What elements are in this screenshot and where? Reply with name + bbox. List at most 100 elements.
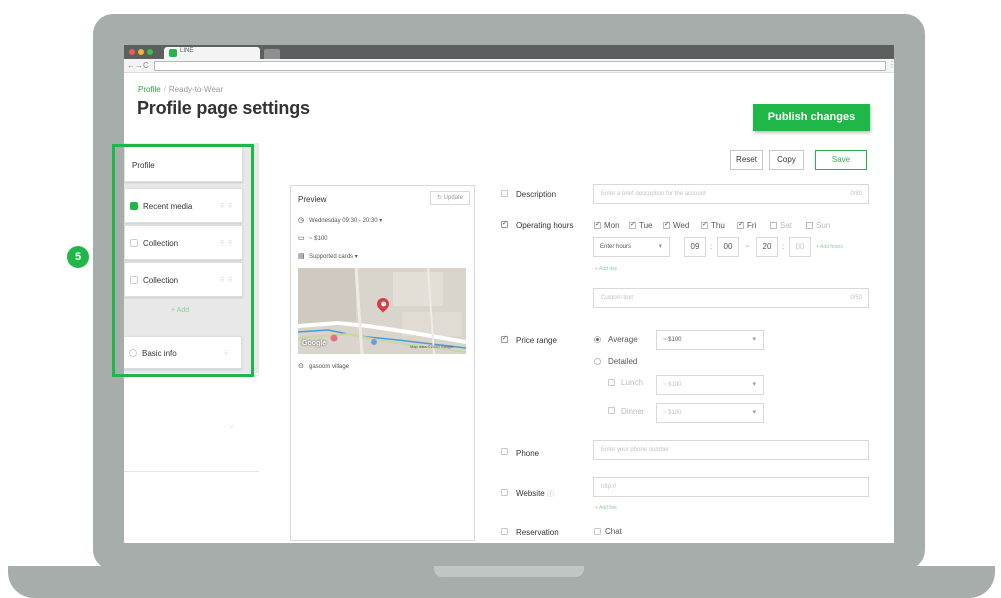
day-sun-checkbox[interactable] [806, 222, 813, 229]
browser-tab[interactable]: LINE [164, 47, 260, 59]
day-thu-label: Thu [711, 221, 725, 230]
phone-checkbox[interactable] [501, 448, 508, 455]
day-tue[interactable]: Tue [629, 220, 653, 230]
chat-label: Chat [605, 527, 622, 536]
update-button[interactable]: ↻ Update [430, 191, 470, 205]
lunch-price-select[interactable]: ~ $100 ▾ [656, 375, 764, 395]
location-icon: ⊙ [298, 363, 304, 370]
new-tab-button[interactable] [264, 49, 280, 59]
sidebar-item-label: Basic info [142, 349, 177, 358]
description-char-count: 0/80 [850, 191, 862, 197]
laptop-screen: LINE ← → C ⋮ Profile / Ready-to-Wear Profi… [124, 45, 894, 543]
browser-tab-bar: LINE [124, 45, 894, 59]
price-icon: ▭ [298, 235, 305, 242]
detailed-price-radio[interactable] [594, 358, 601, 365]
recent-media-checkbox[interactable] [130, 202, 138, 210]
preview-hours-row[interactable]: ◷ Wednesday 09:30 - 20:30 ▾ [298, 216, 382, 224]
publish-changes-button[interactable]: Publish changes [753, 104, 870, 131]
reload-icon[interactable]: C [143, 61, 149, 70]
day-fri[interactable]: Fri [737, 220, 756, 230]
website-input[interactable]: http:// [593, 477, 869, 497]
day-sun-label: Sun [816, 221, 831, 230]
day-sat-checkbox[interactable] [770, 222, 777, 229]
preview-cards-row[interactable]: ▤ Supported cards ▾ [298, 252, 358, 260]
chevron-down-icon: ▾ [658, 243, 662, 250]
custom-hours-char-count: 0/50 [850, 295, 862, 301]
day-thu-checkbox[interactable] [701, 220, 708, 229]
resize-handle-icon[interactable]: ⌟ [230, 422, 233, 429]
day-wed[interactable]: Wed [663, 220, 689, 230]
end-minute-input[interactable]: 00 [789, 237, 811, 257]
average-price-select[interactable]: ~ $100 ▾ [656, 330, 764, 350]
add-hours-link[interactable]: + Add hours [816, 244, 843, 250]
day-thu[interactable]: Thu [701, 220, 725, 230]
minimize-window-dot[interactable] [138, 49, 144, 55]
chat-checkbox[interactable] [594, 528, 601, 535]
sidebar-item-basic-info[interactable]: Basic info ⠿ [124, 336, 242, 369]
sidebar-item-collection-2[interactable]: Collection ⠿ ⠿ [124, 262, 243, 297]
phone-input[interactable]: Enter your phone number [593, 440, 869, 460]
sidebar-item-label: Recent media [143, 202, 193, 211]
end-hour-input[interactable]: 20 [756, 237, 778, 257]
sidebar-divider [124, 471, 259, 472]
save-button[interactable]: Save [815, 150, 867, 170]
collection-2-checkbox[interactable] [130, 276, 138, 284]
help-circle-icon[interactable]: ⓘ [547, 491, 554, 498]
add-section-link[interactable]: + Add [171, 307, 189, 314]
forward-arrow-icon[interactable]: → [135, 61, 143, 70]
day-wed-checkbox[interactable] [663, 220, 670, 229]
time-colon: : [710, 242, 713, 251]
credit-card-icon: ▤ [298, 253, 305, 260]
sidebar-item-collection-1[interactable]: Collection ⠿ ⠿ [124, 225, 243, 260]
close-window-dot[interactable] [129, 49, 135, 55]
start-minute-input[interactable]: 00 [717, 237, 739, 257]
collection-1-checkbox[interactable] [130, 239, 138, 247]
browser-tab-label: LINE [180, 48, 194, 54]
preview-map[interactable]: Google Map data ©2020 Google [298, 268, 466, 354]
reset-button[interactable]: Reset [730, 150, 763, 170]
day-mon[interactable]: Mon [594, 220, 620, 230]
time-colon: : [782, 242, 785, 251]
back-arrow-icon[interactable]: ← [127, 61, 135, 70]
preview-hours: Wednesday 09:30 - 20:30 ▾ [309, 218, 383, 224]
laptop-notch [434, 566, 584, 577]
average-price-radio[interactable] [594, 336, 601, 343]
basic-info-radio[interactable] [129, 349, 137, 357]
drag-handle-icon[interactable]: ⠿ [224, 350, 229, 357]
url-field[interactable] [154, 61, 886, 71]
dinner-price-select[interactable]: ~ $100 ▾ [656, 403, 764, 423]
day-sat[interactable]: Sat [770, 221, 792, 230]
website-checkbox[interactable] [501, 489, 508, 496]
add-day-link[interactable]: + Add day [595, 266, 617, 272]
website-label: Website ⓘ [516, 489, 554, 499]
day-fri-checkbox[interactable] [737, 220, 744, 229]
reservation-checkbox[interactable] [501, 528, 508, 535]
drag-handle-icon[interactable]: ⠿ ⠿ [220, 203, 233, 210]
price-range-checkbox[interactable] [501, 334, 508, 343]
day-sun[interactable]: Sun [806, 221, 830, 230]
maximize-window-dot[interactable] [147, 49, 153, 55]
day-mon-checkbox[interactable] [594, 220, 601, 229]
preview-cards: Supported cards ▾ [309, 254, 358, 260]
drag-handle-icon[interactable]: ⠿ ⠿ [220, 277, 233, 284]
start-hour-input[interactable]: 09 [684, 237, 706, 257]
sidebar-item-recent-media[interactable]: Recent media ⠿ ⠿ [124, 188, 243, 223]
drag-handle-icon[interactable]: ⠿ ⠿ [220, 240, 233, 247]
chevron-down-icon: ▾ [752, 381, 756, 388]
description-input[interactable]: Enter a brief description for the accoun… [593, 184, 869, 204]
sidebar-item-profile[interactable]: Profile [124, 146, 243, 182]
breadcrumb-profile-link[interactable]: Profile [138, 85, 161, 94]
description-checkbox[interactable] [501, 190, 508, 197]
browser-menu-icon[interactable]: ⋮ [888, 60, 894, 69]
dinner-checkbox[interactable] [608, 407, 615, 414]
lunch-checkbox[interactable] [608, 379, 615, 386]
chevron-down-icon: ▾ [752, 336, 756, 343]
custom-hours-input[interactable]: Custom text 0/50 [593, 288, 869, 308]
add-link-link[interactable]: + Add link [595, 505, 617, 511]
operating-hours-checkbox[interactable] [501, 219, 508, 228]
update-label: Update [443, 195, 464, 201]
copy-button[interactable]: Copy [769, 150, 804, 170]
day-tue-checkbox[interactable] [629, 220, 636, 229]
hours-type-value: Enter hours [600, 244, 632, 250]
hours-type-select[interactable]: Enter hours ▾ [593, 237, 670, 257]
